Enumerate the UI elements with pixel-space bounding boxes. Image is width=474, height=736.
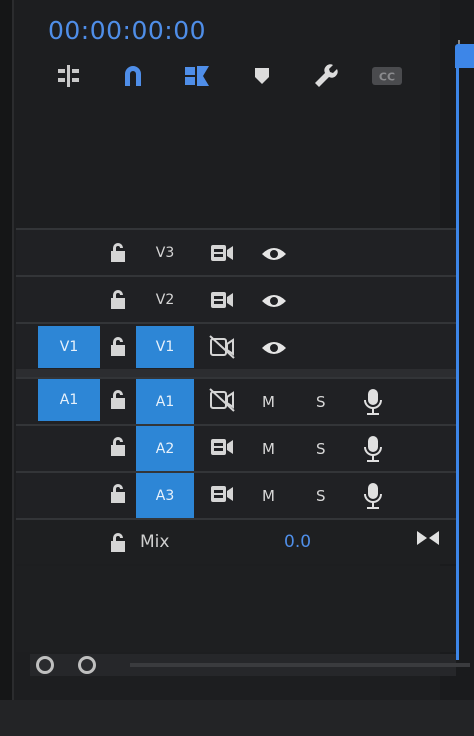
lock-icon[interactable] bbox=[108, 532, 128, 554]
timeline-toolbar: CC bbox=[48, 58, 418, 94]
go-to-out-point-icon[interactable] bbox=[416, 528, 440, 548]
track-target-a1[interactable]: A1 bbox=[136, 379, 194, 424]
eye-icon[interactable] bbox=[260, 243, 288, 265]
track-row-a3: A3 M S bbox=[16, 471, 456, 518]
toggle-sync-lock-icon[interactable] bbox=[208, 240, 236, 266]
solo-button-a1[interactable]: S bbox=[316, 393, 326, 411]
panel-bottom-bar bbox=[0, 700, 474, 736]
track-headers: V3 V2 V1 V1 A1 A1 M S A2 M S A3 M S Mix … bbox=[16, 228, 456, 568]
track-row-a2: A2 M S bbox=[16, 424, 456, 471]
track-target-v3[interactable]: V3 bbox=[136, 232, 194, 274]
add-marker-icon[interactable] bbox=[245, 58, 279, 94]
toggle-sync-lock-icon[interactable] bbox=[208, 434, 236, 460]
captions-icon[interactable]: CC bbox=[370, 58, 404, 94]
timeline-panel: 00:00:00:00 CC V3 V2 V1 V1 A1 A1 M S A2 … bbox=[0, 0, 474, 736]
eye-icon[interactable] bbox=[260, 290, 288, 312]
track-target-a2[interactable]: A2 bbox=[136, 426, 194, 471]
track-target-v2[interactable]: V2 bbox=[136, 279, 194, 321]
track-target-a3[interactable]: A3 bbox=[136, 473, 194, 518]
video-audio-divider[interactable] bbox=[16, 369, 456, 377]
toggle-sync-lock-icon[interactable] bbox=[208, 287, 236, 313]
lock-icon[interactable] bbox=[108, 242, 128, 264]
microphone-icon[interactable] bbox=[362, 435, 384, 463]
lock-icon[interactable] bbox=[108, 336, 128, 358]
timeline-zoom-scrollbar[interactable] bbox=[30, 654, 470, 676]
mix-volume-value[interactable]: 0.0 bbox=[284, 532, 311, 552]
source-patch-v1[interactable]: V1 bbox=[38, 326, 100, 368]
playhead-line[interactable] bbox=[456, 66, 459, 660]
lock-icon[interactable] bbox=[108, 289, 128, 311]
eye-icon[interactable] bbox=[260, 337, 288, 359]
lock-icon[interactable] bbox=[108, 483, 128, 505]
mute-button-a1[interactable]: M bbox=[262, 393, 275, 411]
playhead-handle[interactable] bbox=[455, 44, 474, 68]
solo-button-a3[interactable]: S bbox=[316, 487, 326, 505]
solo-button-a2[interactable]: S bbox=[316, 440, 326, 458]
lock-icon[interactable] bbox=[108, 389, 128, 411]
sync-lock-off-icon[interactable] bbox=[208, 387, 236, 413]
insert-sequence-nested-icon[interactable] bbox=[52, 58, 86, 94]
microphone-icon[interactable] bbox=[362, 482, 384, 510]
timeline-settings-wrench-icon[interactable] bbox=[308, 58, 342, 94]
scroll-handle-right[interactable] bbox=[78, 656, 96, 674]
mix-track-row: Mix 0.0 bbox=[16, 518, 456, 564]
track-row-v3: V3 bbox=[16, 228, 456, 275]
lock-icon[interactable] bbox=[108, 436, 128, 458]
scroll-track[interactable] bbox=[130, 663, 470, 667]
track-target-v1[interactable]: V1 bbox=[136, 326, 194, 368]
track-empty-area bbox=[16, 566, 456, 652]
mix-label: Mix bbox=[140, 532, 170, 552]
snap-icon[interactable] bbox=[116, 58, 150, 94]
track-row-v1: V1 V1 bbox=[16, 322, 456, 369]
track-row-v2: V2 bbox=[16, 275, 456, 322]
captions-label: CC bbox=[379, 71, 395, 84]
toggle-sync-lock-icon[interactable] bbox=[208, 481, 236, 507]
mute-button-a2[interactable]: M bbox=[262, 440, 275, 458]
linked-selection-icon[interactable] bbox=[180, 58, 214, 94]
track-row-a1: A1 A1 M S bbox=[16, 377, 456, 424]
sync-lock-off-icon[interactable] bbox=[208, 334, 236, 360]
playhead-timecode[interactable]: 00:00:00:00 bbox=[48, 16, 206, 45]
panel-edge bbox=[0, 0, 14, 700]
source-patch-a1[interactable]: A1 bbox=[38, 379, 100, 421]
scroll-handle-left[interactable] bbox=[36, 656, 54, 674]
microphone-icon[interactable] bbox=[362, 388, 384, 416]
mute-button-a3[interactable]: M bbox=[262, 487, 275, 505]
